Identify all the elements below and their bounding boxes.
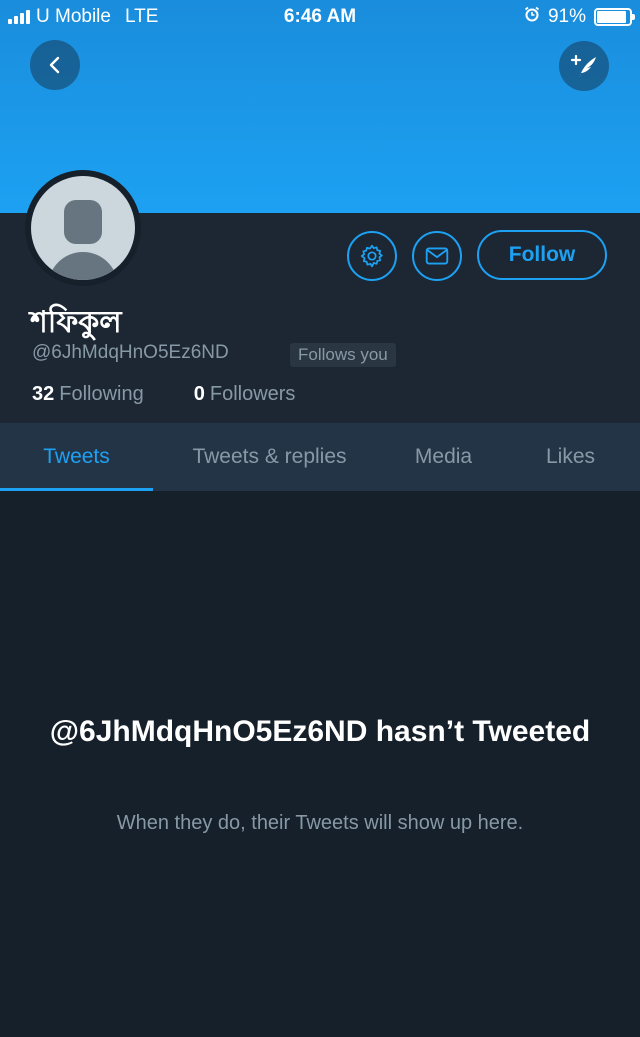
gear-icon <box>360 244 383 268</box>
compose-tweet-button[interactable] <box>559 41 609 91</box>
status-right: 91% <box>524 6 635 28</box>
battery-icon <box>594 8 635 26</box>
chevron-left-icon <box>49 56 60 74</box>
following-stat[interactable]: 32 Following <box>32 383 144 406</box>
followers-count: 0 <box>193 383 205 405</box>
user-handle: @6JhMdqHnO5Ez6ND <box>32 342 229 363</box>
compose-tweet-icon <box>570 54 596 78</box>
direct-message-button[interactable] <box>412 231 462 281</box>
avatar[interactable] <box>25 170 141 286</box>
tab-likes[interactable]: Likes <box>501 423 640 491</box>
default-avatar-icon <box>31 176 135 280</box>
back-button[interactable] <box>30 40 80 90</box>
following-count: 32 <box>32 383 55 405</box>
envelope-icon <box>425 247 449 265</box>
alarm-clock-icon <box>524 6 540 28</box>
follows-you-badge: Follows you <box>290 343 396 367</box>
empty-state-title: @6JhMdqHnO5Ez6ND hasn’t Tweeted <box>49 715 591 748</box>
tab-media[interactable]: Media <box>386 423 501 491</box>
follow-button[interactable]: Follow <box>477 230 607 280</box>
battery-percent: 91% <box>547 6 586 27</box>
status-bar: U Mobile LTE 6:46 AM 91% <box>0 0 640 34</box>
empty-state-subtitle: When they do, their Tweets will show up … <box>116 812 524 834</box>
tab-tweets-and-replies[interactable]: Tweets & replies <box>153 423 386 491</box>
followers-stat[interactable]: 0 Followers <box>194 383 296 406</box>
followers-label: Followers <box>209 383 296 405</box>
profile-stats: 32 Following 0 Followers <box>32 383 295 406</box>
tab-tweets[interactable]: Tweets <box>0 423 153 491</box>
profile-settings-button[interactable] <box>347 231 397 281</box>
following-label: Following <box>59 383 144 405</box>
profile-tabs: Tweets Tweets & replies Media Likes <box>0 423 640 491</box>
